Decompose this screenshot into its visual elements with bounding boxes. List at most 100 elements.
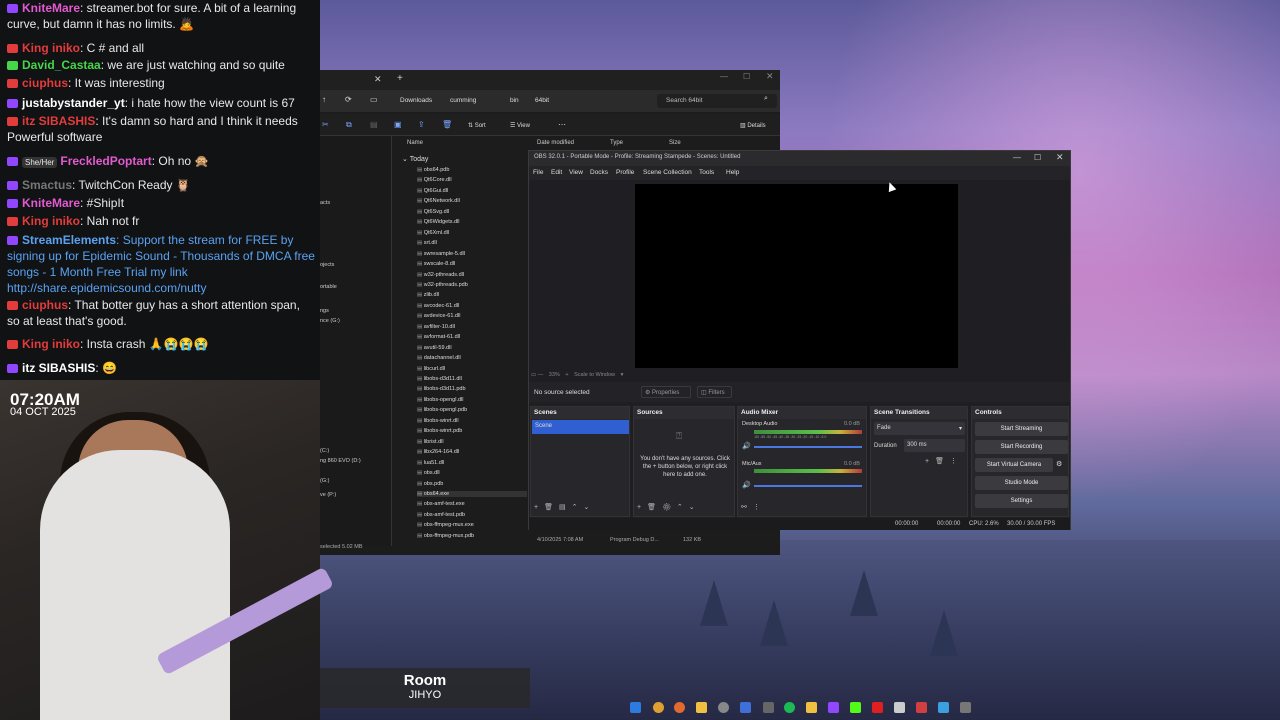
share-icon[interactable]: ⇪ [418,120,425,129]
breadcrumb-item[interactable]: cumming [450,97,476,104]
cut-icon[interactable]: ✂ [322,120,329,129]
file-row[interactable]: ▤ libobs-winrt.pdb [417,428,462,434]
app-icon[interactable] [740,702,751,713]
col-type-header[interactable]: Type [610,140,623,146]
col-date-header[interactable]: Date modified [537,140,574,146]
kick-icon[interactable] [850,702,861,713]
details-button[interactable]: ▥ Details [740,122,766,129]
twitch-icon[interactable] [828,702,839,713]
maximize-icon[interactable]: ☐ [743,72,750,81]
file-row[interactable]: ▤ avcodec-61.dll [417,303,459,309]
scale-mode[interactable]: Scale to Window [574,372,615,378]
sources-empty-text[interactable]: You don't have any sources. Click the + … [638,455,732,479]
chat-username[interactable]: ciuphus [22,76,68,90]
zoom-in-icon[interactable]: + [565,372,568,378]
youtube-icon[interactable] [872,702,883,713]
trash-icon[interactable]: 🗑 [935,458,950,465]
file-row[interactable]: ▤ obs64.exe [417,490,527,497]
more-icon[interactable]: ⋮ [950,458,963,465]
notes-icon[interactable] [806,702,817,713]
up-arrow-icon[interactable]: ↑ [322,95,326,104]
file-row[interactable]: ▤ avformat-61.dll [417,334,460,340]
address-bar[interactable]: ↑ ⟳ ▭ Search 64bit ⌕ [320,90,780,112]
studio-mode-button[interactable]: Studio Mode [975,476,1068,490]
file-row[interactable]: ▤ avdevice-61.dll [417,313,460,319]
file-row[interactable]: ▤ libobs-winrt.dll [417,418,459,424]
file-row[interactable]: ▤ libobs-opengl.dll [417,397,463,403]
more-options-icon[interactable]: ⋯ [558,120,566,129]
desktop-volume-slider[interactable] [754,446,862,448]
file-row[interactable]: ▤ lua51.dll [417,460,444,466]
delete-icon[interactable]: 🗑 [442,120,452,129]
up-icon[interactable]: ⌃ [677,504,689,511]
speaker-icon[interactable]: 🔊 [742,442,751,450]
file-row[interactable]: ▤ obs-ffmpeg-mux.pdb [417,533,474,539]
chrome-icon[interactable] [653,702,664,713]
file-row[interactable]: ▤ libobs-opengl.pdb [417,407,467,413]
file-row[interactable]: ▤ w32-pthreads.dll [417,272,464,278]
menu-item-tools[interactable]: Tools [699,169,714,176]
gear-icon[interactable]: ⚙ [662,504,677,511]
chat-username[interactable]: ciuphus [22,298,68,312]
file-row[interactable]: ▤ obs-amf-test.pdb [417,512,465,518]
file-row[interactable]: ▤ avutil-59.dll [417,345,452,351]
file-row[interactable]: ▤ Qt6Svg.dll [417,209,449,215]
transition-select[interactable]: Fade ▾ [874,422,965,435]
file-row[interactable]: ▤ obs-amf-test.exe [417,501,465,507]
chat-username[interactable]: KniteMare [22,196,80,210]
chat-username[interactable]: King iniko [22,214,80,228]
down-icon[interactable]: ⌄ [583,504,595,511]
mic-volume-slider[interactable] [754,485,862,487]
obs-titlebar[interactable]: OBS 32.0.1 - Portable Mode - Profile: St… [529,151,1070,166]
file-row[interactable]: ▤ swresample-5.dll [417,251,465,257]
app-icon[interactable] [960,702,971,713]
maximize-icon[interactable]: ☐ [1034,153,1041,162]
zoom-out-icon[interactable]: ▭ — [531,372,543,378]
trash-icon[interactable]: 🗑 [647,504,662,511]
menu-item-help[interactable]: Help [726,169,739,176]
menu-item-view[interactable]: View [569,169,583,176]
col-name-header[interactable]: Name [407,140,423,146]
add-icon[interactable]: + [925,458,935,465]
breadcrumb-item[interactable]: 64bit [535,97,549,104]
preview-canvas[interactable] [635,184,958,368]
add-icon[interactable]: + [534,504,544,511]
minimize-icon[interactable]: — [1013,153,1021,162]
properties-button[interactable]: ⚙ Properties [641,386,691,398]
chat-username[interactable]: StreamElements [22,233,116,247]
app-icon[interactable] [916,702,927,713]
up-icon[interactable]: ⌃ [572,504,584,511]
paste-icon[interactable]: ▤ [370,120,378,129]
file-row[interactable]: ▤ obs.dll [417,470,440,476]
rename-icon[interactable]: ▣ [394,120,402,129]
file-row[interactable]: ▤ Qt6Gui.dll [417,188,448,194]
settings-button[interactable]: Settings [975,494,1068,508]
file-row[interactable]: ▤ w32-pthreads.pdb [417,282,468,288]
terminal-icon[interactable] [763,702,774,713]
app-icon[interactable] [894,702,905,713]
start-icon[interactable] [630,702,641,713]
file-row[interactable]: ▤ Qt6Widgets.dll [417,219,460,225]
start-virtual-camera-button[interactable]: Start Virtual Camera [975,458,1053,472]
file-row[interactable]: ▤ obs64.pdb [417,167,449,173]
scene-item[interactable]: Scene [532,420,629,434]
group-today[interactable]: ⌄ Today [402,155,428,163]
file-row[interactable]: ▤ obs-ffmpeg-mux.exe [417,522,474,528]
file-row[interactable]: ▤ libobs-d3d11.dll [417,376,462,382]
view-button[interactable]: ☰ View [510,122,530,129]
copy-icon[interactable]: ⧉ [346,120,352,130]
menu-item-scene-collection[interactable]: Scene Collection [643,169,692,176]
file-row[interactable]: ▤ swscale-8.dll [417,261,455,267]
chat-username[interactable]: King iniko [22,41,80,55]
start-recording-button[interactable]: Start Recording [975,440,1068,454]
chat-username[interactable]: David_Castaa [22,58,101,72]
menu-item-file[interactable]: File [533,169,543,176]
scale-dropdown-icon[interactable]: ▾ [621,372,624,378]
link-icon[interactable]: ⚯ [741,504,753,511]
close-tab-icon[interactable]: ✕ [374,74,382,85]
file-row[interactable]: ▤ srt.dll [417,240,437,246]
more-icon[interactable]: ⋮ [753,504,766,511]
close-icon[interactable]: ✕ [1056,152,1064,163]
file-row[interactable]: ▤ libx264-164.dll [417,449,459,455]
file-row[interactable]: ▤ libobs-d3d11.pdb [417,386,466,392]
